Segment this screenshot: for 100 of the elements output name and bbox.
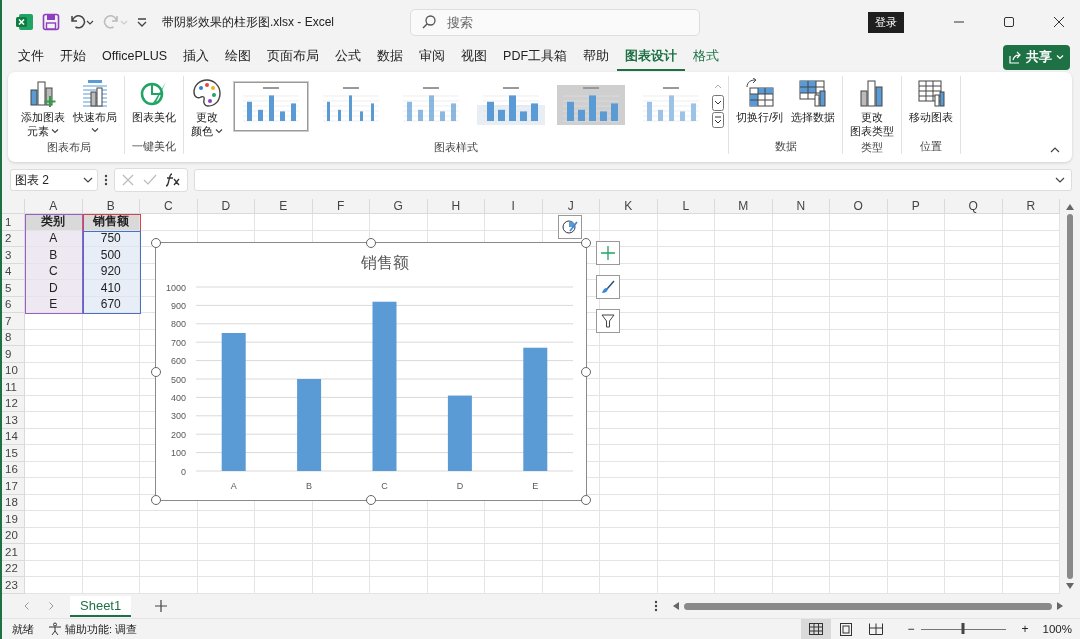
menu-tab[interactable]: 开始 — [52, 43, 94, 71]
ribbon-button[interactable]: 添加图表 元素 — [18, 76, 68, 140]
login-button[interactable]: 登录 — [868, 11, 904, 33]
bar[interactable] — [297, 379, 322, 471]
column-header[interactable]: A — [25, 199, 83, 214]
column-header[interactable]: G — [370, 199, 428, 214]
chart-beautify-button[interactable] — [558, 215, 582, 239]
sheet-tab[interactable]: Sheet1 — [70, 595, 132, 617]
view-button[interactable] — [800, 619, 831, 639]
column-header[interactable]: R — [1002, 199, 1060, 214]
resize-handle[interactable] — [366, 238, 376, 248]
row-header[interactable]: 13 — [2, 412, 25, 429]
row-header[interactable]: 23 — [2, 577, 25, 594]
scrollbar-thumb[interactable] — [1067, 214, 1073, 579]
column-header[interactable]: I — [485, 199, 543, 214]
add-sheet-icon[interactable] — [155, 600, 168, 612]
more-styles-icon[interactable] — [712, 112, 724, 128]
bar[interactable] — [447, 395, 472, 471]
menu-tab[interactable]: PDF工具箱 — [495, 43, 576, 71]
chart-elements-button[interactable] — [596, 241, 620, 265]
column-header[interactable]: H — [427, 199, 485, 214]
row-header[interactable]: 3 — [2, 247, 25, 264]
chart-style-thumbnail[interactable] — [234, 82, 308, 131]
column-header[interactable]: B — [82, 199, 140, 214]
close-icon[interactable] — [1053, 16, 1065, 28]
menu-tab[interactable]: OfficePLUS — [94, 45, 176, 69]
collapse-ribbon-icon[interactable] — [1050, 146, 1060, 154]
function-icon[interactable] — [165, 173, 181, 187]
resize-handle[interactable] — [581, 366, 591, 377]
chart-styles-button[interactable] — [596, 275, 620, 299]
menu-tab[interactable]: 数据 — [369, 43, 412, 71]
column-header[interactable]: J — [542, 199, 600, 214]
scroll-up-icon[interactable] — [1065, 203, 1075, 211]
row-header[interactable]: 21 — [2, 544, 25, 561]
resize-handle[interactable] — [366, 495, 376, 505]
slider-thumb[interactable] — [961, 623, 965, 634]
column-header[interactable]: D — [197, 199, 255, 214]
menu-tab[interactable]: 页面布局 — [259, 43, 328, 71]
column-header[interactable]: P — [887, 199, 945, 214]
menu-tab[interactable]: 帮助 — [575, 43, 618, 71]
accessibility-button[interactable]: 辅助功能: 调查 — [48, 621, 138, 637]
resize-handle[interactable] — [151, 495, 161, 505]
menu-tab[interactable]: 格式 — [685, 43, 728, 71]
menu-tab[interactable]: 视图 — [453, 43, 496, 71]
menu-tab[interactable]: 公式 — [327, 43, 370, 71]
menu-tab[interactable]: 审阅 — [411, 43, 454, 71]
row-header[interactable]: 19 — [2, 511, 25, 528]
row-header[interactable]: 15 — [2, 445, 25, 462]
resize-handle[interactable] — [581, 495, 591, 505]
menu-tab[interactable]: 插入 — [175, 43, 218, 71]
ribbon-button[interactable]: 快速布局 — [70, 76, 120, 136]
name-box[interactable]: 图表 2 — [10, 169, 98, 191]
row-header[interactable]: 17 — [2, 478, 25, 495]
undo-icon[interactable] — [68, 13, 94, 31]
column-header[interactable]: M — [715, 199, 773, 214]
next-sheet-icon[interactable] — [46, 601, 56, 611]
scroll-down-icon[interactable] — [712, 95, 724, 111]
chart-filter-button[interactable] — [596, 309, 620, 333]
ribbon-button[interactable]: 选择数据 — [788, 76, 839, 126]
more-options-icon[interactable] — [654, 600, 658, 612]
row-header[interactable]: 7 — [2, 313, 25, 330]
ribbon-button[interactable]: 更改 颜色 — [188, 76, 226, 140]
row-header[interactable]: 11 — [2, 379, 25, 396]
zoom-level[interactable]: 100% — [1042, 623, 1072, 635]
scrollbar-thumb[interactable] — [684, 602, 1052, 610]
column-header[interactable]: L — [657, 199, 715, 214]
row-header[interactable]: 5 — [2, 280, 25, 297]
menu-tab[interactable]: 绘图 — [217, 43, 260, 71]
menu-tab[interactable]: 图表设计 — [617, 43, 686, 71]
previous-sheet-icon[interactable] — [22, 601, 32, 611]
column-header[interactable]: O — [830, 199, 888, 214]
formula-field[interactable] — [194, 169, 1072, 191]
zoom-out-button[interactable]: − — [907, 622, 915, 636]
scroll-left-icon[interactable] — [672, 601, 680, 611]
ribbon-button[interactable]: 切换行/列 — [733, 76, 787, 126]
column-header[interactable]: Q — [945, 199, 1003, 214]
column-header[interactable]: N — [772, 199, 830, 214]
maximize-icon[interactable] — [1003, 16, 1015, 28]
ribbon-button[interactable]: 更改 图表类型 — [847, 76, 898, 140]
save-icon[interactable] — [42, 13, 60, 31]
customize-caret-icon[interactable] — [136, 16, 148, 28]
column-header[interactable]: F — [312, 199, 370, 214]
column-header[interactable]: E — [255, 199, 313, 214]
more-options-icon[interactable] — [104, 174, 108, 186]
axis-tick-label: 400 — [170, 392, 186, 403]
plus-icon — [601, 246, 615, 260]
zoom-in-button[interactable]: + — [1021, 622, 1029, 636]
resize-handle[interactable] — [151, 238, 161, 248]
resize-handle[interactable] — [581, 238, 591, 248]
share-button[interactable]: 共享 — [1003, 44, 1070, 70]
ribbon-button[interactable]: 图表美化 — [129, 76, 179, 126]
search-field[interactable]: 搜索 — [410, 8, 700, 36]
resize-handle[interactable] — [151, 366, 161, 377]
column-header[interactable]: K — [600, 199, 658, 214]
row-header[interactable]: 9 — [2, 346, 25, 363]
column-header[interactable]: C — [140, 199, 198, 214]
ribbon-button[interactable]: 移动图表 — [906, 76, 957, 126]
scroll-right-icon[interactable] — [1056, 601, 1064, 611]
menu-tab[interactable]: 文件 — [10, 43, 52, 71]
row-header[interactable]: 1 — [2, 214, 25, 231]
